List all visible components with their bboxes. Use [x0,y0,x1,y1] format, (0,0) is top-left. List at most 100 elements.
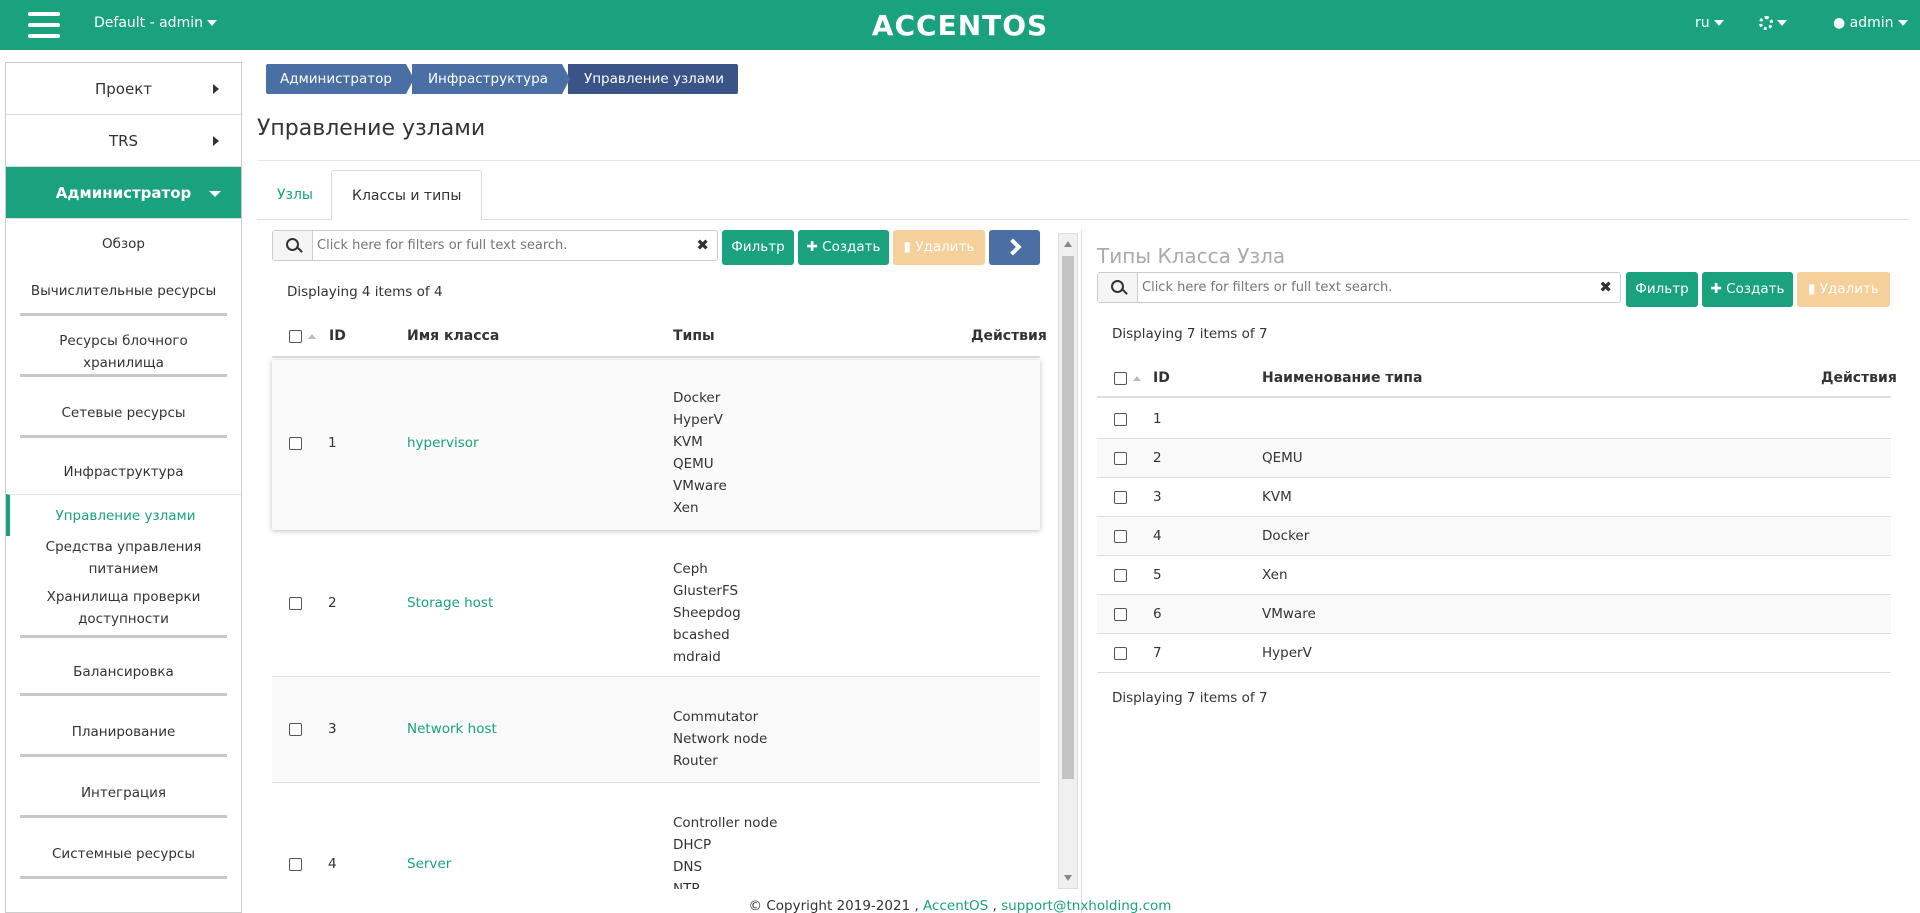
chevron-right-icon [213,136,219,146]
row-checkbox[interactable] [289,723,302,736]
table-row[interactable]: 2 QEMU [1097,439,1891,478]
trash-icon: ▮ [1808,281,1820,297]
select-all-checkbox[interactable] [289,330,302,343]
class-name-link[interactable]: hypervisor [407,435,479,451]
row-checkbox[interactable] [1114,413,1127,426]
type-name: Docker [1262,528,1310,544]
gear-icon [1759,16,1773,30]
sidebar-item-network[interactable]: Сетевые ресурсы [20,377,227,438]
row-id: 7 [1153,645,1162,661]
left-search-input[interactable] [317,234,687,257]
language-selector[interactable]: ru [1695,15,1724,31]
left-create-button[interactable]: ✚ Создать [798,230,889,265]
right-create-button[interactable]: ✚ Создать [1702,272,1793,307]
right-items-count-bottom: Displaying 7 items of 7 [1112,690,1268,706]
sidebar-section-admin[interactable]: Администратор [6,167,241,219]
sort-icon[interactable] [308,334,316,339]
left-table-header: ID Имя класса Типы Действия [272,318,1047,358]
class-name-link[interactable]: Network host [407,721,497,737]
column-id[interactable]: ID [1153,370,1170,386]
row-checkbox[interactable] [1114,608,1127,621]
scroll-down-icon[interactable] [1064,875,1072,881]
left-filter-button[interactable]: Фильтр [722,230,794,265]
table-row[interactable]: 7 HyperV [1097,634,1891,673]
row-checkbox[interactable] [1114,530,1127,543]
right-delete-button[interactable]: ▮ Удалить [1797,272,1890,307]
clear-icon[interactable]: ✖ [1599,278,1612,296]
type-name: QEMU [1262,450,1303,466]
row-checkbox[interactable] [289,597,302,610]
user-menu[interactable]: ● admin [1833,15,1908,31]
type-name: HyperV [1262,645,1312,661]
row-checkbox[interactable] [289,437,302,450]
sidebar-item-integration[interactable]: Интеграция [20,757,227,818]
left-delete-button[interactable]: ▮ Удалить [893,230,985,265]
scroll-up-icon[interactable] [1064,241,1072,247]
select-all-checkbox[interactable] [1114,372,1127,385]
sidebar-item-overview[interactable]: Обзор [20,219,227,269]
sort-icon[interactable] [1133,376,1141,381]
row-checkbox[interactable] [289,858,302,871]
right-search-input[interactable] [1142,276,1592,299]
row-checkbox[interactable] [1114,647,1127,660]
row-id: 2 [328,595,337,611]
project-selector[interactable]: Default - admin [94,15,217,31]
tab-classes-and-types[interactable]: Классы и типы [331,170,483,221]
column-class-name[interactable]: Имя класса [407,328,499,344]
class-name-link[interactable]: Storage host [407,595,493,611]
sidebar-section-project[interactable]: Проект [6,63,241,115]
support-email-link[interactable]: support@tnxholding.com [1001,898,1171,913]
table-row[interactable]: 4 Docker [1097,517,1891,556]
settings-menu[interactable] [1759,15,1787,31]
table-row[interactable]: 6 VMware [1097,595,1891,634]
sidebar-item-infrastructure[interactable]: Инфраструктура [20,438,227,494]
row-checkbox[interactable] [1114,491,1127,504]
left-items-count: Displaying 4 items of 4 [287,284,443,300]
scrollbar-thumb[interactable] [1062,256,1074,779]
table-row[interactable]: 3 Network host Commutator Network node R… [272,677,1040,783]
column-id[interactable]: ID [329,328,346,344]
row-id: 2 [1153,450,1162,466]
sidebar-item-system-resources[interactable]: Системные ресурсы [20,818,227,879]
table-row[interactable]: 1 hypervisor Docker HyperV KVM QEMU VMwa… [272,360,1040,530]
type-name: VMware [1262,606,1316,622]
table-row[interactable]: 3 KVM [1097,478,1891,517]
types-list: Docker HyperV KVM QEMU VMware Xen [673,390,727,516]
right-items-count: Displaying 7 items of 7 [1112,326,1268,342]
brand-link[interactable]: AccentOS [923,898,988,913]
right-filter-button[interactable]: Фильтр [1626,272,1698,307]
column-types[interactable]: Типы [673,328,715,344]
sidebar-item-balancing[interactable]: Балансировка [20,638,227,696]
column-type-name[interactable]: Наименование типа [1262,370,1422,386]
hamburger-icon[interactable] [28,12,60,38]
row-checkbox[interactable] [1114,569,1127,582]
left-panel-scrollbar[interactable] [1058,233,1078,889]
sidebar-item-node-management[interactable]: Управление узлами [6,494,241,536]
sidebar-section-trs[interactable]: TRS [6,115,241,167]
trash-icon: ▮ [903,239,916,255]
sidebar-item-block-storage[interactable]: Ресурсы блочного хранилища [20,316,227,377]
sidebar-item-availability-storage[interactable]: Хранилища проверки доступности [20,580,227,638]
table-row[interactable]: 1 [1097,400,1891,439]
sidebar-item-compute[interactable]: Вычислительные ресурсы [20,269,227,316]
search-icon [273,231,313,260]
class-name-link[interactable]: Server [407,856,451,872]
right-panel-title: Типы Класса Узла [1097,244,1286,268]
types-list: Controller node DHCP DNS NTP [673,815,778,889]
next-button[interactable] [989,230,1040,265]
page-title: Управление узлами [257,116,486,141]
breadcrumb-item[interactable]: Инфраструктура [411,64,570,94]
table-row[interactable]: 2 Storage host Ceph GlusterFS Sheepdog b… [272,530,1040,677]
left-search: ✖ [272,230,718,261]
table-row[interactable]: 5 Xen [1097,556,1891,595]
divider [257,160,1920,161]
row-id: 3 [328,721,337,737]
table-row[interactable]: 4 Server Controller node DHCP DNS NTP [272,783,1040,889]
sidebar-item-planning[interactable]: Планирование [20,696,227,757]
tab-nodes[interactable]: Узлы [257,170,333,221]
breadcrumb-item[interactable]: Администратор [266,64,414,94]
tab-bar: Узлы Классы и типы [257,170,1909,221]
row-checkbox[interactable] [1114,452,1127,465]
sidebar-item-power-management[interactable]: Средства управления питанием [20,536,227,580]
clear-icon[interactable]: ✖ [696,236,709,254]
